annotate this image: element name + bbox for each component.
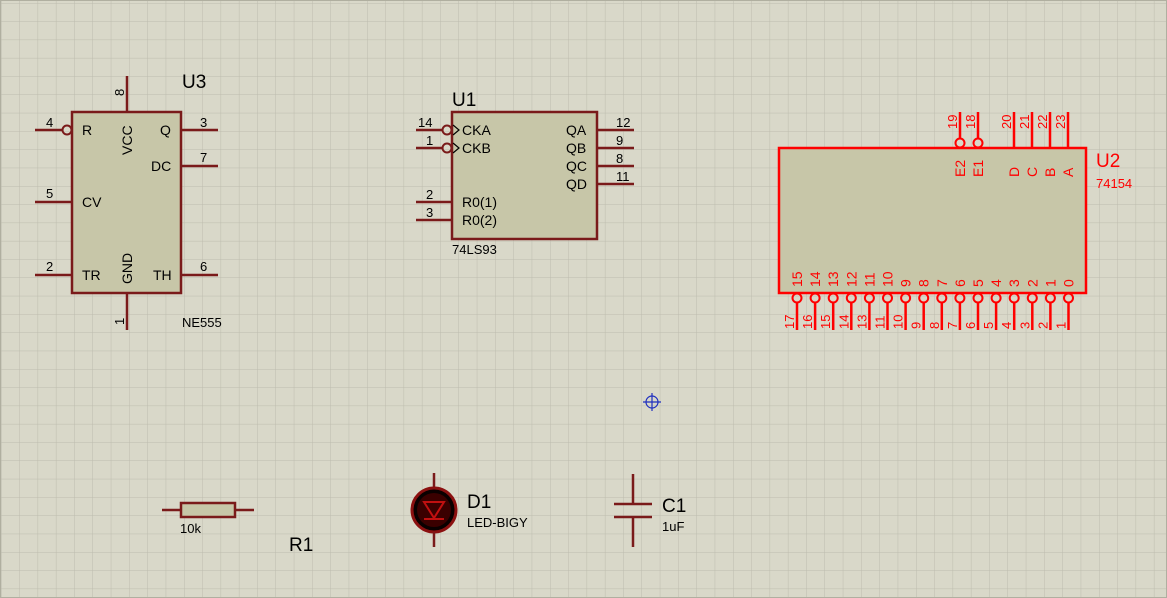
u2-bottom-pin-name: 13 (825, 271, 841, 287)
u3-pin-gnd-num: 1 (112, 318, 127, 325)
u2-bottom-pin-num: 16 (800, 315, 815, 329)
u1-pin-qa-num: 12 (616, 115, 630, 130)
u1-pin-qa-name: QA (566, 122, 587, 138)
u2-bottom-pin-name: 2 (1024, 279, 1040, 287)
u1-pin-ckb-name: CKB (462, 140, 491, 156)
c1-value: 1uF (662, 519, 684, 534)
u1-pin-qb-num: 9 (616, 133, 623, 148)
u3-pin-tr-num: 2 (46, 259, 53, 274)
u1-pin-qd-num: 11 (616, 169, 630, 184)
r1-body (179, 501, 237, 519)
u2-bottom-pin-name: 15 (789, 271, 805, 287)
u2-bottom-pin-name: 5 (970, 279, 986, 287)
u2-top-pin-name: B (1042, 168, 1058, 177)
u1-pin-r02-name: R0(2) (462, 212, 497, 228)
u3-pin-vcc-name: VCC (119, 125, 135, 155)
u2-bottom-pin-num: 17 (782, 315, 797, 329)
u1-pin-cka-num: 14 (418, 115, 432, 130)
u3-pin-dc-num: 7 (200, 150, 207, 165)
u1-pin-qc-name: QC (566, 158, 587, 174)
d1-value: LED-BIGY (467, 515, 528, 530)
u3-pin-dc-name: DC (151, 158, 171, 174)
u2-bottom-pin-num: 8 (927, 322, 942, 329)
r1-ref: R1 (289, 535, 313, 556)
u3-pin-cv-num: 5 (46, 186, 53, 201)
u3-ref: U3 (182, 72, 206, 93)
u2-bottom-pin-num: 6 (963, 322, 978, 329)
u2-bottom-pin-num: 10 (891, 315, 906, 329)
u2-top-pin-name: A (1060, 167, 1076, 177)
u2-bottom-pin-num: 11 (873, 316, 888, 330)
u2-bottom-pin-num: 1 (1054, 322, 1069, 329)
u2-top-pin-name: E2 (952, 160, 968, 177)
u2-bottom-pin-name: 6 (952, 279, 968, 287)
u3-pin-gnd-name: GND (119, 253, 135, 284)
u1-pin-cka-name: CKA (462, 122, 491, 138)
u2-top-pin-name: D (1006, 167, 1022, 177)
u1-pin-r01-num: 2 (426, 187, 433, 202)
u2-bottom-pin-name: 7 (934, 279, 950, 287)
u2-top-pin-num: 21 (1017, 115, 1032, 129)
u2-bottom-pin-num: 9 (909, 322, 924, 329)
u1-pin-r02-num: 3 (426, 205, 433, 220)
u2-bottom-pin-name: 8 (916, 279, 932, 287)
u1-pin-qd-name: QD (566, 176, 587, 192)
u2-bottom-pin-name: 11 (861, 272, 877, 287)
u1-ref: U1 (452, 90, 476, 111)
u3-pin-r-name: R (82, 122, 92, 138)
u1-pin-qb-name: QB (566, 140, 586, 156)
u3-part: NE555 (182, 315, 222, 330)
u2-top-pin-name: E1 (970, 160, 986, 177)
u2-bottom-pin-name: 0 (1061, 279, 1077, 287)
u2-bottom-pin-num: 13 (854, 315, 869, 329)
u3-pin-cv-name: CV (82, 194, 102, 210)
u2-bottom-pin-num: 7 (945, 322, 960, 329)
d1-inner-glow (417, 493, 451, 527)
u2-bottom-pin-name: 12 (843, 271, 859, 287)
d1-ref: D1 (467, 492, 491, 513)
u2-bottom-pin-num: 3 (1017, 322, 1032, 329)
r1-value: 10k (180, 521, 201, 536)
u3-pin-q-name: Q (160, 122, 171, 138)
u2-top-pin-num: 18 (963, 115, 978, 129)
u3-pin-r-num: 4 (46, 115, 53, 130)
u2-bottom-pin-num: 4 (999, 322, 1014, 329)
u2-top-pin-num: 23 (1053, 115, 1068, 129)
u3-pin-vcc-num: 8 (112, 89, 127, 96)
u1-pin-ckb-num: 1 (426, 133, 433, 148)
u2-bottom-pin-num: 15 (818, 315, 833, 329)
u2-bottom-pin-name: 4 (988, 279, 1004, 287)
u1-pin-r01-name: R0(1) (462, 194, 497, 210)
c1-ref: C1 (662, 496, 686, 517)
u2-part: 74154 (1096, 176, 1132, 191)
u3-pin-tr-name: TR (82, 267, 101, 283)
u2-bottom-pin-name: 3 (1006, 279, 1022, 287)
u3-pin-th-num: 6 (200, 259, 207, 274)
u2-top-pin-num: 19 (945, 115, 960, 129)
u2-bottom-pin-num: 5 (981, 322, 996, 329)
u2-bottom-pin-name: 1 (1042, 279, 1058, 287)
u2-bottom-pin-name: 14 (807, 271, 823, 287)
u2-top-pin-name: C (1024, 167, 1040, 177)
u3-pin-th-name: TH (153, 267, 172, 283)
u2-bottom-pin-name: 10 (880, 271, 896, 287)
u2-top-pin-num: 22 (1035, 115, 1050, 129)
u2-top-pin-num: 20 (999, 115, 1014, 129)
u1-pin-qc-num: 8 (616, 151, 623, 166)
u2-ref: U2 (1096, 151, 1120, 172)
schematic-canvas[interactable]: U3 NE555 4 R 5 CV 2 TR 3 Q 7 DC 6 TH 8 V… (0, 0, 1167, 598)
u3-pin-q-num: 3 (200, 115, 207, 130)
u2-bottom-pin-num: 14 (836, 315, 851, 329)
u1-part: 74LS93 (452, 242, 497, 257)
u2-bottom-pin-name: 9 (898, 279, 914, 287)
u2-bottom-pin-num: 2 (1035, 322, 1050, 329)
